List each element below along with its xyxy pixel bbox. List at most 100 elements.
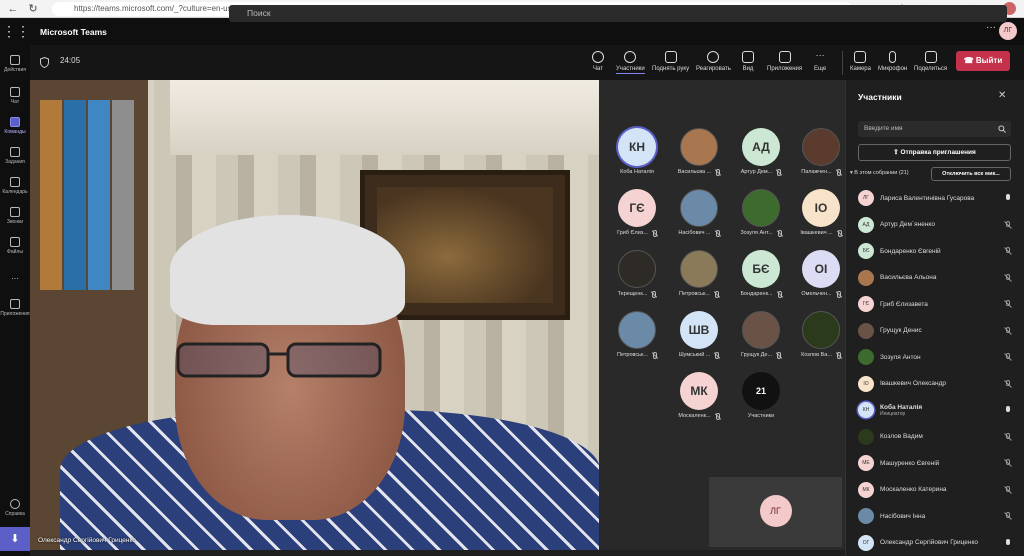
gallery-tile[interactable]: ГЄ Гриб Єлиз... — [607, 189, 667, 244]
view-button[interactable]: Вид — [742, 51, 754, 79]
participant-row[interactable]: ГЄ Гриб Єлизавета — [858, 291, 1018, 317]
search-input[interactable]: Поиск — [229, 5, 1007, 22]
gallery-tile[interactable]: Палажчен... — [791, 128, 851, 183]
rail-item-help[interactable]: Справка — [0, 493, 30, 527]
meeting-section-header[interactable]: ▾ В этом собрании (21) — [850, 170, 909, 176]
participant-row[interactable]: ОГ Олександр Сергійович Гриценко — [858, 530, 1018, 556]
gallery-tile[interactable]: ШВ Шумський ... — [669, 311, 729, 366]
rail-item-activity[interactable]: Действия — [0, 49, 30, 83]
rail-item-calendar[interactable]: Календарь — [0, 171, 30, 205]
raise-hand-button[interactable]: Поднять руку — [652, 51, 689, 79]
app-launcher-icon[interactable]: ⋮⋮ — [0, 18, 32, 45]
gallery-tile[interactable]: Васильєва ... — [669, 128, 729, 183]
apps-icon — [10, 299, 20, 309]
avatar: МЕ — [858, 455, 874, 471]
gallery-tile[interactable]: Зозуля Ант... — [731, 189, 791, 244]
gallery-tile[interactable]: ІО Івашкевич ... — [791, 189, 851, 244]
refresh-icon[interactable]: ↻ — [26, 2, 40, 16]
shield-icon — [40, 57, 49, 68]
mic-off-icon — [713, 291, 719, 298]
participant-row[interactable]: АД Артур Дем`яненко — [858, 212, 1018, 238]
avatar: ОІ — [802, 250, 840, 288]
more-button[interactable]: ··· Еще — [814, 51, 826, 79]
microphone-button[interactable]: Микрофон — [878, 51, 907, 79]
participants-button[interactable]: Участники — [616, 51, 645, 79]
rail-item-files[interactable]: Файлы — [0, 231, 30, 265]
participant-name-block: Гриб Єлизавета — [880, 301, 1004, 308]
participant-row[interactable]: КН Коба Наталія Инициатор — [858, 397, 1018, 423]
apps-button[interactable]: Приложения — [767, 51, 802, 79]
gallery-tile[interactable]: Терещенк... — [607, 250, 667, 305]
participant-name-block: Бондаренко Євгеній — [880, 248, 1004, 255]
gallery-tile[interactable]: ОІ Омельчен... — [791, 250, 851, 305]
search-icon — [998, 125, 1006, 133]
mic-off-icon — [1004, 300, 1012, 308]
participant-row[interactable]: БЄ Бондаренко Євгеній — [858, 238, 1018, 264]
participant-name-block: Москаленко Катерина — [880, 486, 1004, 493]
participant-row[interactable]: Насібович Інна — [858, 503, 1018, 529]
avatar-photo — [858, 428, 874, 445]
tile-name: Коба Наталія — [620, 169, 654, 175]
rail-item-chat[interactable]: Чат — [0, 81, 30, 115]
chat-button[interactable]: Чат — [592, 51, 604, 79]
participant-row[interactable]: МЕ Машуренко Євгеній — [858, 450, 1018, 476]
participant-row[interactable]: МК Москаленко Катерина — [858, 477, 1018, 503]
close-icon[interactable]: ✕ — [998, 90, 1006, 101]
share-button[interactable]: Поделиться — [914, 51, 947, 79]
more-icon: ··· — [815, 50, 825, 60]
gallery-tile[interactable]: Козлов Ва... — [791, 311, 851, 366]
participant-row[interactable]: ІО Івашкевич Олександр — [858, 371, 1018, 397]
participant-row[interactable]: Грущук Денис — [858, 318, 1018, 344]
invite-button[interactable]: ⇪ Отправка приглашения — [858, 144, 1011, 161]
participant-name-block: Олександр Сергійович Гриценко — [880, 539, 1004, 546]
mute-all-button[interactable]: Отключить все мик... — [931, 167, 1011, 181]
tile-name: Петровськ... — [617, 352, 648, 358]
mic-icon — [889, 51, 897, 63]
tile-name: Палажчен... — [801, 169, 832, 175]
participant-name-block: Грущук Денис — [880, 327, 1004, 334]
mic-off-icon — [1004, 220, 1012, 229]
avatar-photo — [858, 349, 874, 365]
tile-name: Терещенк... — [617, 291, 648, 297]
gallery-tile[interactable]: 21 Участники — [731, 372, 791, 427]
self-avatar: ЛГ — [759, 495, 792, 527]
rail-item-assignments[interactable]: Задания — [0, 141, 30, 175]
main-video[interactable]: Олександр Сергійович Гриценко — [30, 80, 599, 550]
participant-search-input[interactable]: Введите имя — [858, 121, 1011, 137]
leave-button[interactable]: ☎ Выйти — [956, 51, 1010, 71]
plus-icon — [778, 51, 791, 63]
tile-name: Москаленк... — [678, 413, 711, 419]
gallery-tile[interactable]: БЄ Бондаренк... — [731, 250, 791, 305]
participant-name: Артур Дем`яненко — [880, 221, 935, 228]
avatar-photo — [680, 250, 718, 288]
rail-item-calls[interactable]: Звонки — [0, 201, 30, 235]
participant-row[interactable]: Васильєва Альона — [858, 265, 1018, 291]
rail-item-apps[interactable]: Приложения — [0, 293, 30, 327]
files-icon — [10, 237, 20, 247]
gallery-tile[interactable]: Насібович ... — [669, 189, 729, 244]
gallery-tile[interactable]: Петровськ... — [669, 250, 729, 305]
participant-row[interactable]: ЛГ Лариса Валентинівна Гусарова — [858, 185, 1018, 211]
self-view-tile[interactable]: ЛГ — [709, 477, 842, 547]
react-button[interactable]: Реагировать — [696, 51, 731, 79]
participant-name-block: Насібович Інна — [880, 513, 1004, 520]
gallery-tile[interactable]: Грущук Де... — [731, 311, 791, 366]
gallery-tile[interactable]: Петровськ... — [607, 311, 667, 366]
mic-off-icon — [775, 352, 782, 359]
gallery-tile[interactable]: АД Артур Дем... — [731, 128, 791, 183]
back-icon[interactable]: ← — [6, 2, 20, 16]
participant-name-block: Козлов Вадим — [880, 433, 1004, 440]
user-avatar[interactable]: ЛГ — [999, 22, 1017, 40]
gallery-tile[interactable]: КН Коба Наталія — [607, 128, 667, 183]
participant-name: Машуренко Євгеній — [880, 459, 940, 467]
download-icon[interactable]: ⬇ — [0, 527, 30, 551]
mic-off-icon — [650, 291, 657, 298]
settings-more-icon[interactable]: ··· — [986, 22, 996, 33]
mic-off-icon — [776, 230, 782, 237]
binder — [112, 100, 134, 290]
gallery-tile[interactable]: МК Москаленк... — [669, 372, 729, 427]
rail-item-teams[interactable]: Команды — [0, 111, 30, 145]
camera-button[interactable]: Камера — [850, 51, 871, 79]
participant-row[interactable]: Козлов Вадим — [858, 424, 1018, 450]
participant-row[interactable]: Зозуля Антон — [858, 344, 1018, 370]
